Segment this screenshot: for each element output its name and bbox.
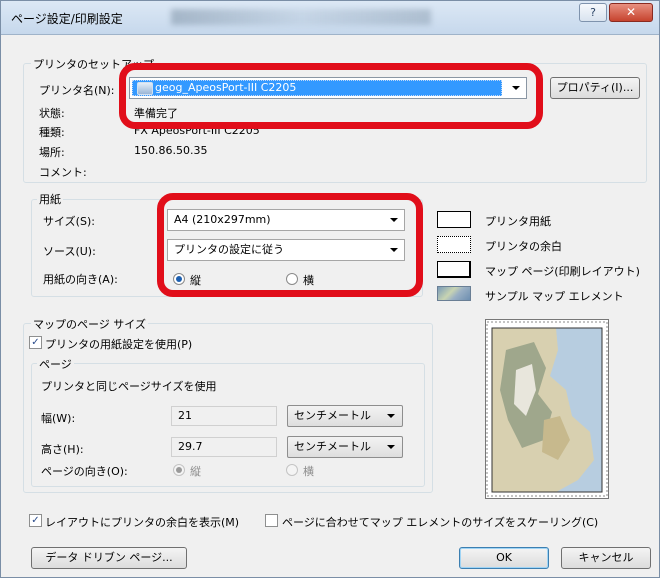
scale-elements-checkbox[interactable] — [265, 514, 278, 527]
paper-size-label: サイズ(S): — [43, 215, 95, 228]
height-label: 高さ(H): — [41, 443, 84, 456]
map-page-size-title: マップのページ サイズ — [31, 316, 148, 332]
dialog-title: ページ設定/印刷設定 — [11, 12, 123, 26]
legend-map-page: マップ ページ(印刷レイアウト) — [485, 265, 640, 278]
legend-printer-paper: プリンタ用紙 — [485, 215, 551, 228]
ok-button-label: OK — [496, 551, 512, 564]
data-driven-pages-button[interactable]: データ ドリブン ページ... — [31, 547, 187, 569]
paper-source-label: ソース(U): — [43, 245, 96, 258]
cancel-button-label: キャンセル — [578, 551, 634, 564]
page-subgroup-title: ページ — [37, 356, 74, 372]
printer-name-label: プリンタ名(N): — [39, 84, 115, 97]
page-orientation-label: ページの向き(O): — [41, 465, 128, 478]
width-label: 幅(W): — [41, 412, 76, 425]
height-value: 29.7 — [178, 440, 203, 453]
close-icon: ✕ — [625, 5, 637, 19]
location-label: 場所: — [39, 146, 65, 159]
properties-button-label: プロパティ(I)... — [556, 81, 634, 94]
legend-printer-margin: プリンタの余白 — [485, 240, 562, 253]
map-preview-image — [486, 321, 608, 497]
paper-orientation-label: 用紙の向き(A): — [43, 273, 118, 286]
page-landscape-label[interactable]: 横 — [303, 463, 314, 479]
printer-paper-swatch — [437, 211, 471, 228]
close-button[interactable]: ✕ — [609, 3, 653, 22]
properties-button[interactable]: プロパティ(I)... — [550, 77, 640, 99]
status-label: 状態: — [39, 107, 65, 120]
page-portrait-label[interactable]: 縦 — [190, 463, 201, 479]
chevron-down-icon[interactable] — [387, 414, 395, 418]
same-size-text: プリンタと同じページサイズを使用 — [41, 380, 217, 393]
height-unit-value: センチメートル — [294, 440, 371, 453]
width-field[interactable]: 21 — [171, 406, 277, 426]
sample-element-swatch — [437, 286, 471, 301]
ok-button[interactable]: OK — [459, 547, 549, 569]
paper-group-title: 用紙 — [37, 191, 63, 207]
height-field[interactable]: 29.7 — [171, 437, 277, 457]
use-printer-paper-label[interactable]: プリンタの用紙設定を使用(P) — [45, 336, 192, 352]
paper-highlight-box — [157, 193, 423, 297]
legend-sample-element: サンプル マップ エレメント — [485, 290, 624, 303]
page-setup-dialog: ページ設定/印刷設定 ? ✕ プリンタのセットアップ プリンタ名(N): geo… — [0, 0, 660, 578]
blurred-title-region — [171, 9, 431, 25]
help-icon: ? — [590, 6, 596, 19]
width-value: 21 — [178, 409, 192, 422]
map-page-swatch — [437, 261, 471, 278]
help-button[interactable]: ? — [579, 3, 607, 22]
width-unit-value: センチメートル — [294, 409, 371, 422]
page-landscape-radio[interactable] — [286, 464, 298, 476]
height-unit-select[interactable]: センチメートル — [287, 436, 403, 458]
scale-elements-label[interactable]: ページに合わせてマップ エレメントのサイズをスケーリング(C) — [282, 514, 598, 530]
page-portrait-radio[interactable] — [173, 464, 185, 476]
use-printer-paper-checkbox[interactable]: ✓ — [29, 336, 42, 349]
width-unit-select[interactable]: センチメートル — [287, 405, 403, 427]
data-driven-pages-label: データ ドリブン ページ... — [45, 551, 173, 564]
title-bar[interactable]: ページ設定/印刷設定 ? ✕ — [1, 1, 659, 35]
type-label: 種類: — [39, 126, 65, 139]
location-value: 150.86.50.35 — [134, 144, 208, 157]
chevron-down-icon[interactable] — [387, 445, 395, 449]
map-page-preview — [485, 319, 609, 499]
show-printer-margins-label[interactable]: レイアウトにプリンタの余白を表示(M) — [45, 514, 239, 530]
cancel-button[interactable]: キャンセル — [561, 547, 651, 569]
comment-label: コメント: — [39, 166, 87, 179]
printer-highlight-box — [119, 63, 543, 129]
printer-margin-swatch — [437, 236, 471, 253]
show-printer-margins-checkbox[interactable]: ✓ — [29, 514, 42, 527]
